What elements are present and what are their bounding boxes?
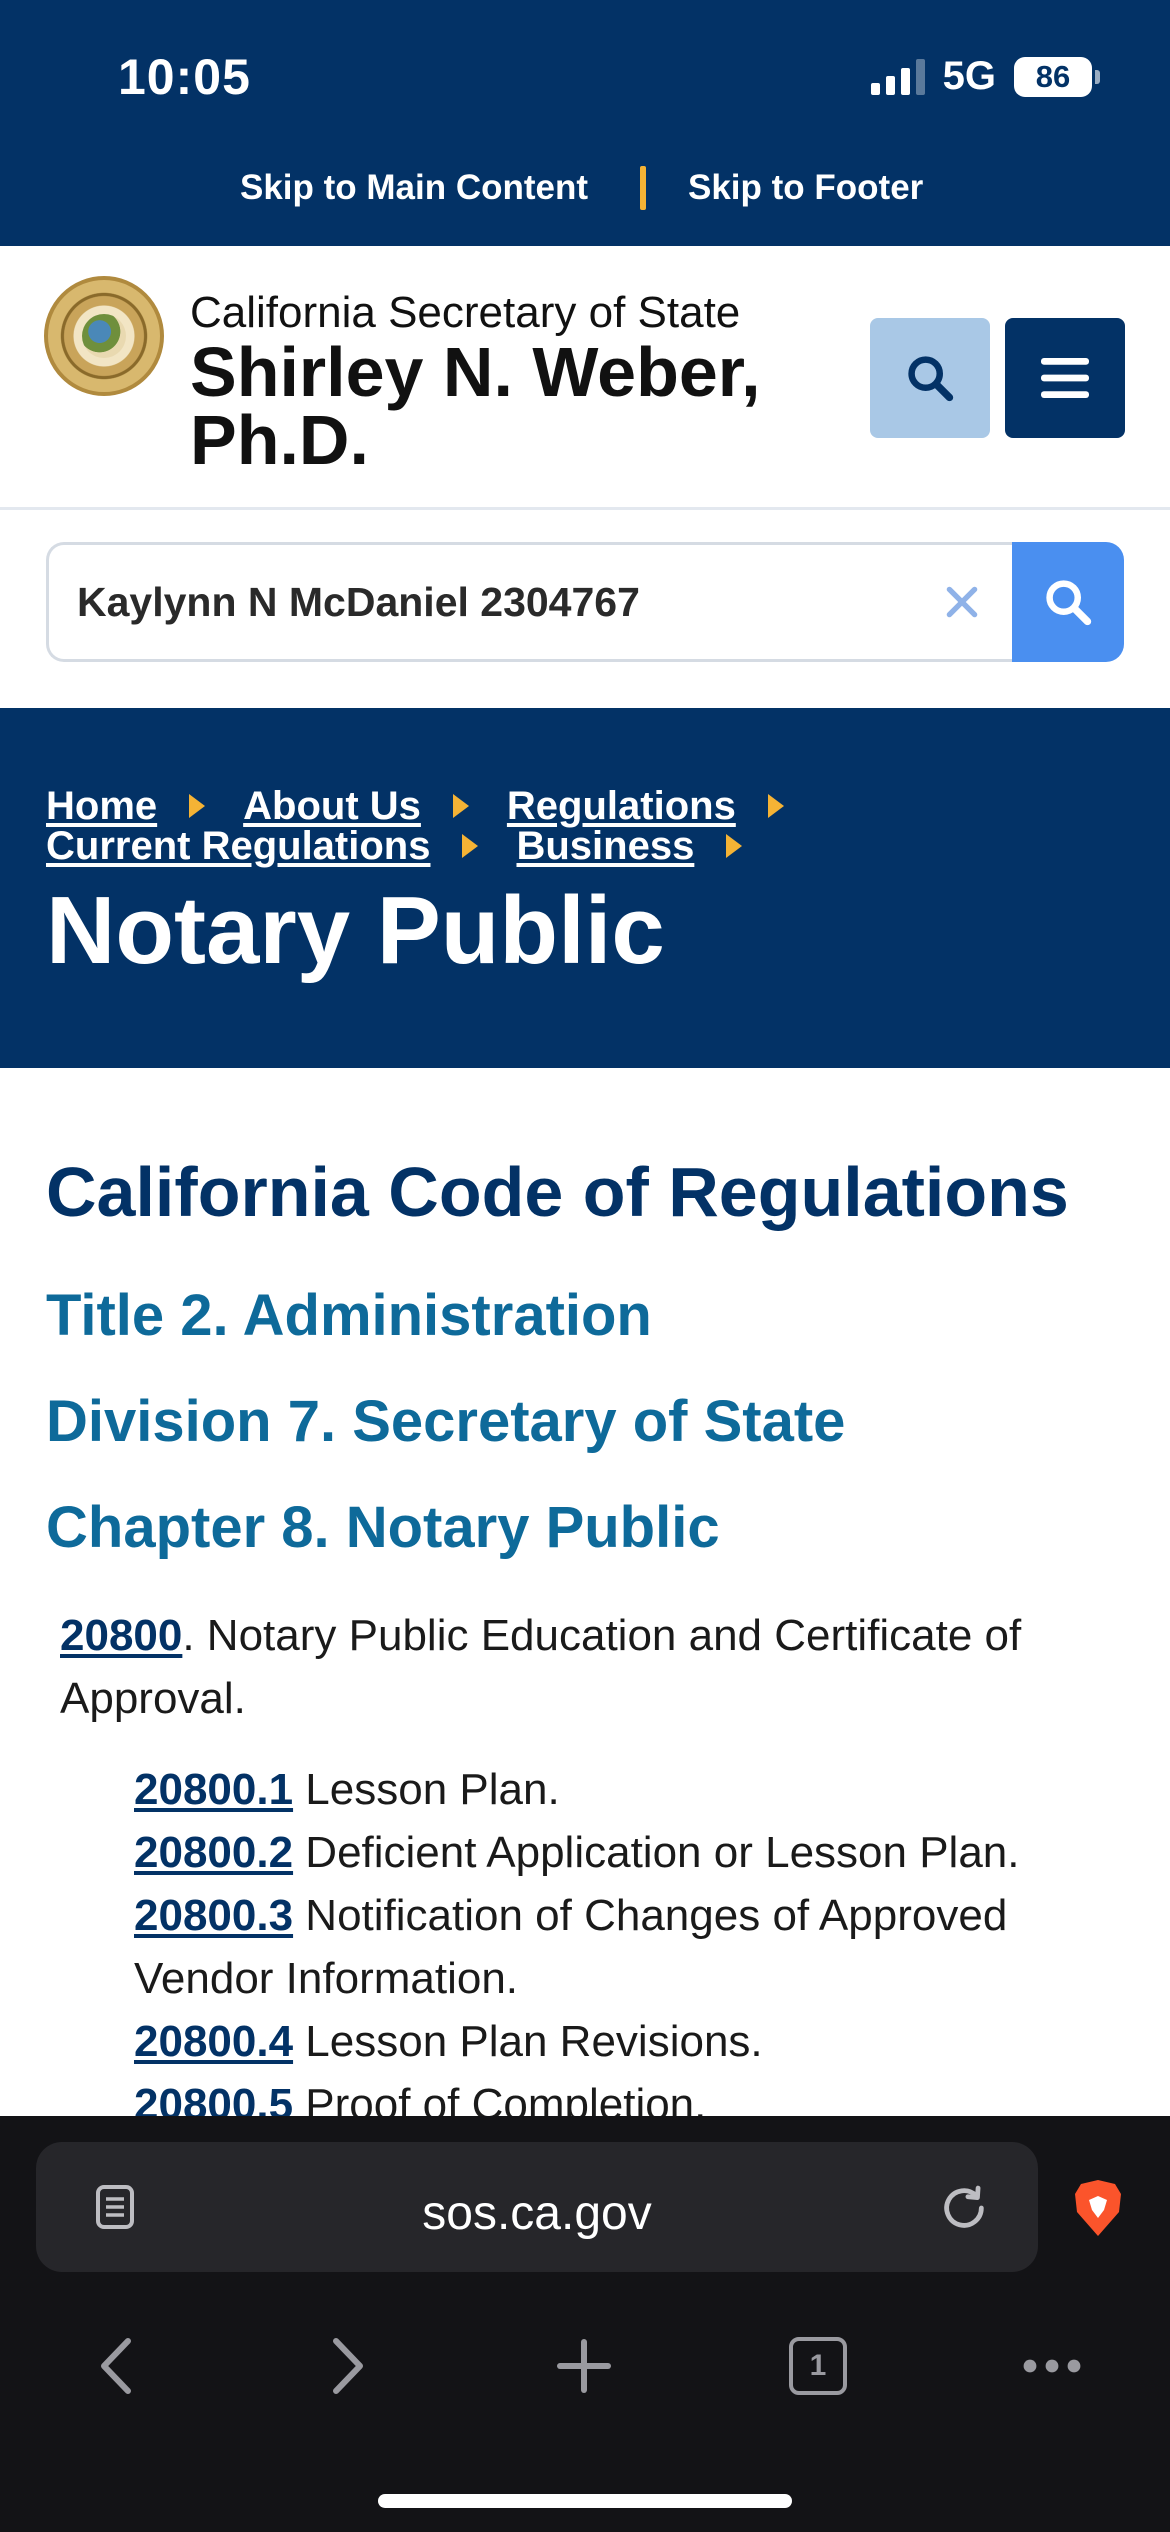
chevron-left-icon (101, 2338, 131, 2394)
site-search (46, 542, 1124, 662)
tabs-icon: 1 (789, 2337, 847, 2395)
forward-button[interactable] (298, 2316, 398, 2416)
subsection-link[interactable]: 20800.2 (134, 1828, 293, 1877)
breadcrumb-current-regulations[interactable]: Current Regulations (46, 824, 430, 869)
back-button[interactable] (66, 2316, 166, 2416)
subsection-link[interactable]: 20800.1 (134, 1765, 293, 1814)
hamburger-icon (1041, 358, 1089, 398)
battery-icon: 86 (1014, 56, 1100, 97)
chevron-right-icon (333, 2338, 363, 2394)
more-menu-button[interactable] (1002, 2316, 1102, 2416)
breadcrumb-about-us[interactable]: About Us (243, 784, 421, 829)
home-indicator[interactable] (378, 2494, 792, 2508)
clear-search-button[interactable] (932, 572, 992, 632)
breadcrumb-regulations[interactable]: Regulations (507, 784, 736, 829)
subsection-text: Lesson Plan Revisions. (293, 2017, 763, 2066)
close-icon (946, 586, 978, 618)
status-time: 10:05 (118, 49, 251, 105)
search-icon (908, 356, 954, 402)
breadcrumb-arrow-icon (452, 794, 469, 818)
page-title: Notary Public (46, 877, 665, 984)
top-banner: 10:05 5G 86 Skip to Main Content Skip to… (0, 0, 1170, 246)
reload-icon[interactable] (936, 2180, 992, 2236)
new-tab-button[interactable] (534, 2316, 634, 2416)
browser-toolbar: sos.ca.gov 1 (0, 2116, 1170, 2532)
section-text: . Notary Public Education and Certificat… (60, 1611, 1022, 1723)
breadcrumb-arrow-icon (726, 834, 743, 858)
subsection-link[interactable]: 20800.4 (134, 2017, 293, 2066)
division-heading: Division 7. Secretary of State (46, 1389, 846, 1454)
breadcrumb-arrow-icon (189, 794, 206, 818)
skip-to-footer-link[interactable]: Skip to Footer (688, 168, 923, 208)
site-header: California Secretary of State Shirley N.… (0, 246, 1170, 510)
subsection-link[interactable]: 20800.3 (134, 1891, 293, 1940)
list-item: 20800.4 Lesson Plan Revisions. (134, 2010, 1134, 2073)
header-subtitle: California Secretary of State (190, 288, 741, 337)
list-item: 20800.3 Notification of Changes of Appro… (134, 1884, 1134, 2010)
breadcrumb-business[interactable]: Business (516, 824, 694, 869)
header-search-button[interactable] (870, 318, 990, 438)
skip-divider (640, 166, 646, 210)
signal-icon (870, 58, 925, 95)
search-submit-button[interactable] (1012, 542, 1124, 662)
section-entry: 20800. Notary Public Education and Certi… (60, 1604, 1120, 1730)
breadcrumb-arrow-icon (767, 794, 784, 818)
breadcrumb-home[interactable]: Home (46, 784, 157, 829)
brave-shield-icon[interactable] (1068, 2176, 1128, 2240)
search-icon (1046, 580, 1092, 626)
page-hero: Home About Us Regulations Current Regula… (0, 708, 1170, 1068)
title-heading: Title 2. Administration (46, 1283, 652, 1348)
chapter-heading: Chapter 8. Notary Public (46, 1495, 720, 1560)
status-indicators: 5G 86 (870, 54, 1100, 99)
tabs-button[interactable]: 1 (768, 2316, 868, 2416)
breadcrumb-arrow-icon (462, 834, 479, 858)
network-label: 5G (942, 54, 996, 98)
subsection-text: Lesson Plan. (293, 1765, 560, 1814)
battery-level: 86 (1035, 58, 1071, 94)
header-name[interactable]: Shirley N. Weber, Ph.D. (190, 337, 830, 475)
subsection-list: 20800.1 Lesson Plan. 20800.2 Deficient A… (134, 1758, 1134, 2136)
subsection-text: Deficient Application or Lesson Plan. (293, 1828, 1020, 1877)
url-text: sos.ca.gov (422, 2187, 652, 2240)
skip-to-main-link[interactable]: Skip to Main Content (240, 168, 588, 208)
code-title: California Code of Regulations (46, 1153, 1069, 1231)
tab-count: 1 (809, 2349, 827, 2382)
menu-button[interactable] (1005, 318, 1125, 438)
section-link[interactable]: 20800 (60, 1611, 182, 1660)
breadcrumb: Home About Us Regulations Current Regula… (46, 784, 1126, 869)
address-bar[interactable]: sos.ca.gov (36, 2142, 1038, 2272)
plus-icon (557, 2339, 611, 2393)
list-item: 20800.1 Lesson Plan. (134, 1758, 1134, 1821)
search-input[interactable] (46, 542, 1012, 662)
list-item: 20800.2 Deficient Application or Lesson … (134, 1821, 1134, 1884)
state-seal-logo[interactable] (44, 276, 164, 396)
more-dots-icon (1023, 2359, 1081, 2373)
